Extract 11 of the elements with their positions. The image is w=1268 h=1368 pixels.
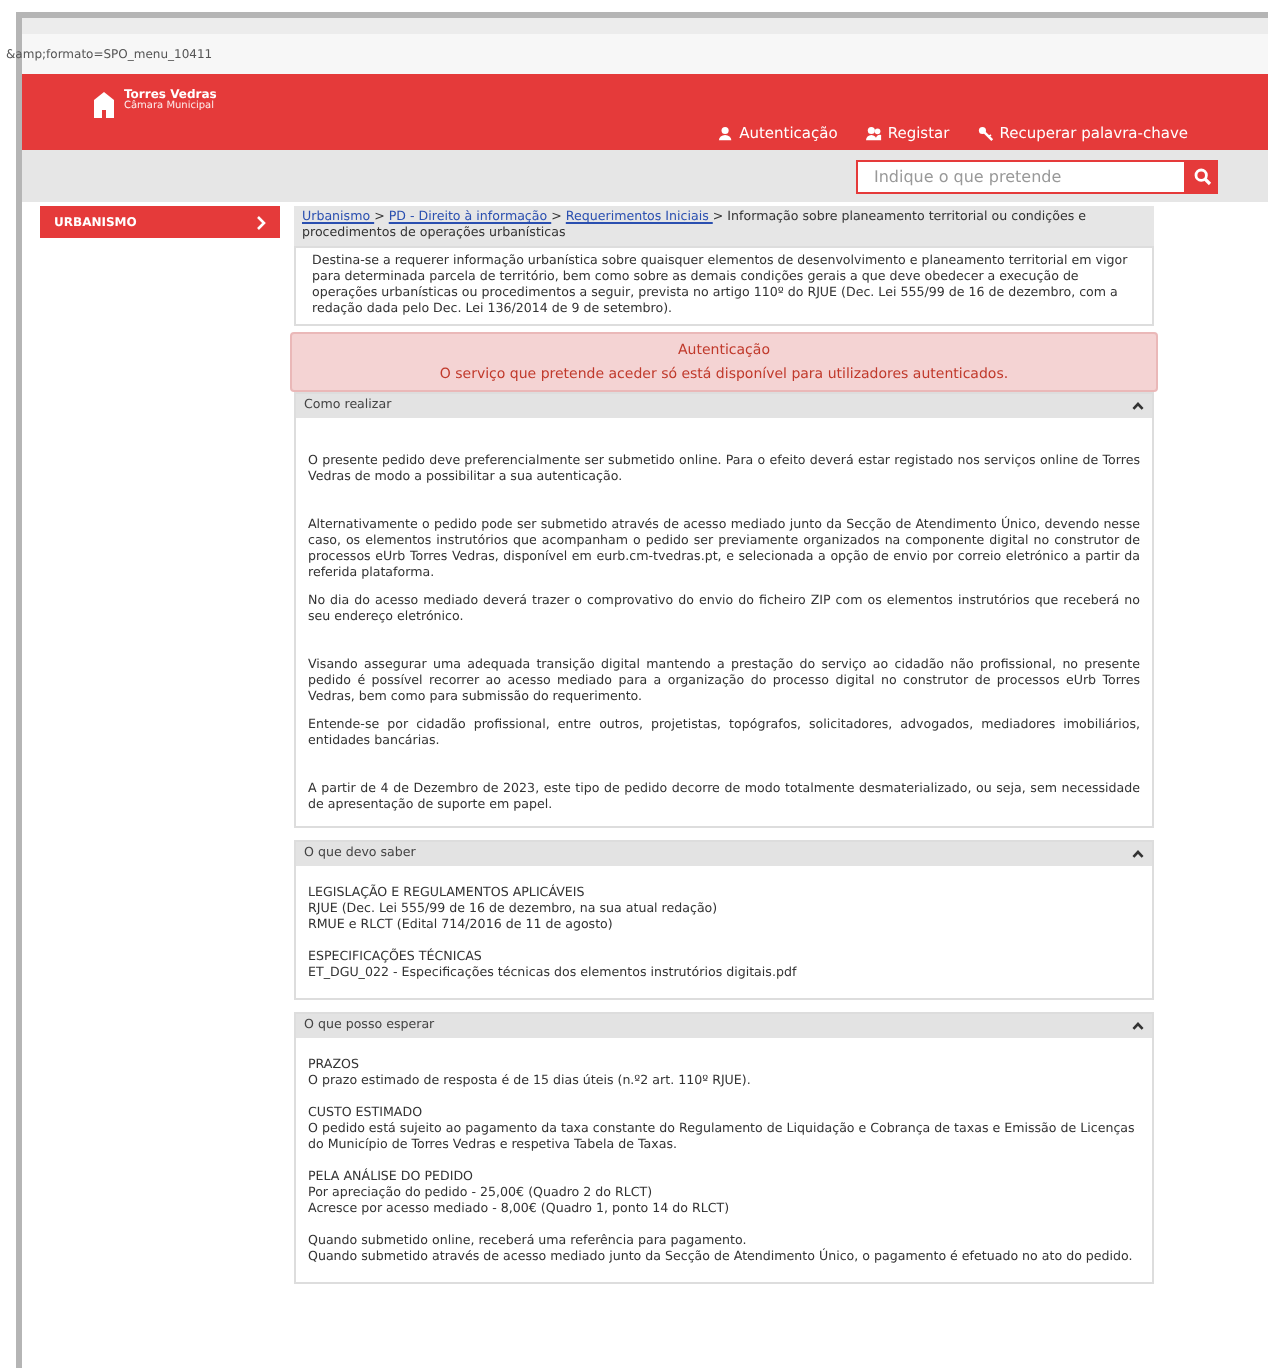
key-icon xyxy=(977,126,994,142)
building-icon xyxy=(92,90,116,118)
search-button[interactable] xyxy=(1186,159,1218,193)
search-icon xyxy=(1193,167,1211,185)
search-field[interactable]: Indique o que pretende xyxy=(856,159,1186,193)
chevron-up-icon xyxy=(1132,1022,1144,1030)
chevron-up-icon xyxy=(1132,402,1144,410)
user-icon xyxy=(717,126,734,142)
chevron-up-icon xyxy=(1132,850,1144,858)
users-icon xyxy=(865,126,882,142)
chevron-right-icon xyxy=(256,215,266,229)
